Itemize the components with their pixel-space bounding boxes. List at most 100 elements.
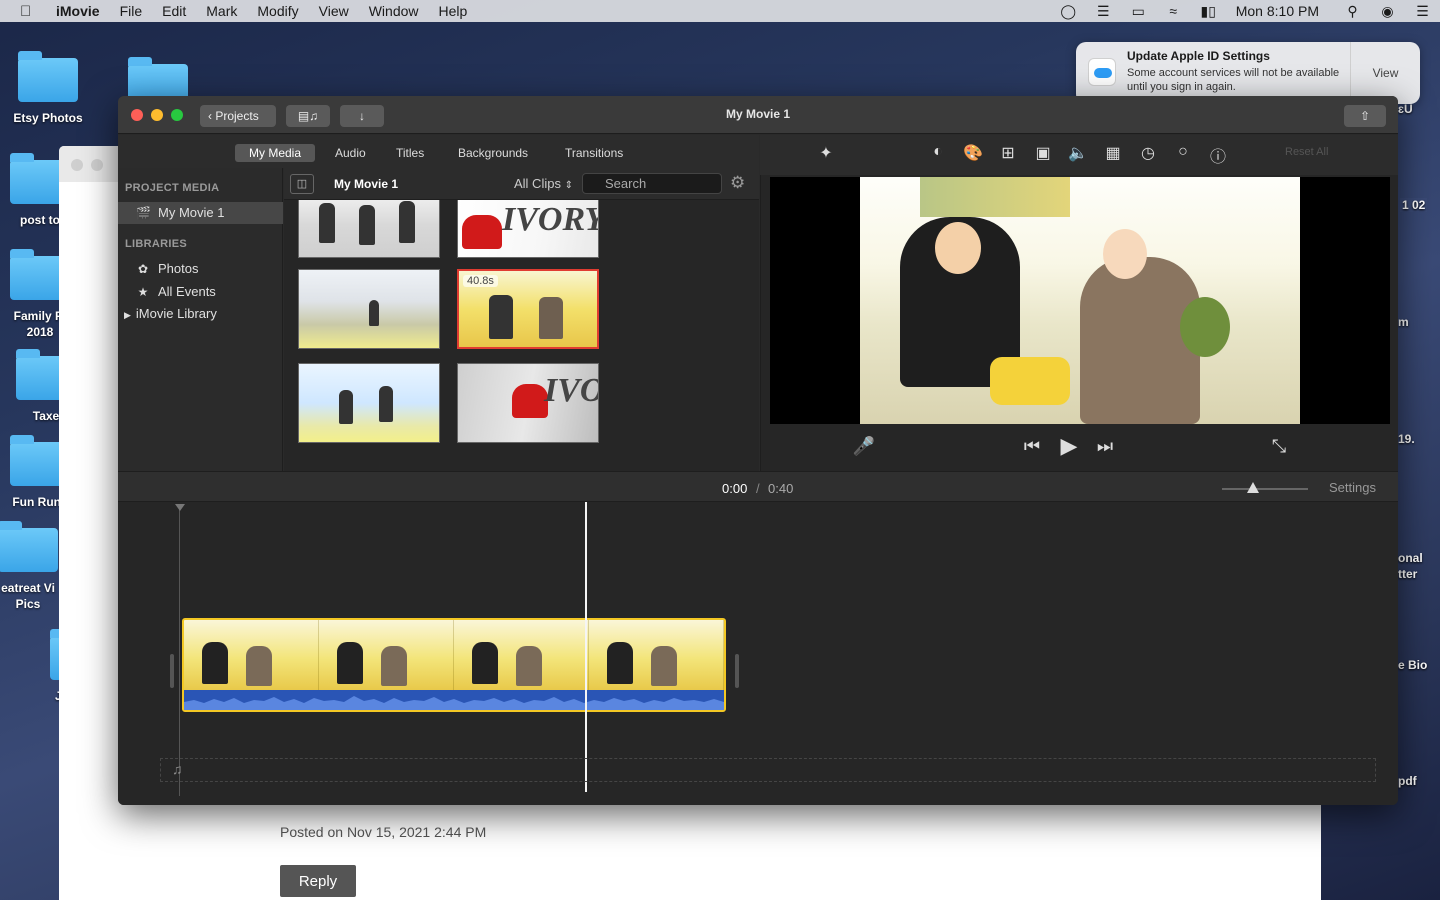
magic-wand-icon[interactable]: ✦	[814, 143, 838, 163]
menu-mark[interactable]: Mark	[206, 3, 237, 19]
desktop-fragment: e Bio	[1398, 658, 1428, 672]
volume-icon[interactable]: 🔈	[1066, 143, 1090, 163]
media-thumbnail-ivory[interactable]: IVORY	[457, 200, 599, 258]
imovie-window: ‹ Projects ▤♫ ↓ My Movie 1 ⇧ My Media Au…	[118, 96, 1398, 805]
total-duration: 0:40	[768, 481, 794, 496]
menu-file[interactable]: File	[120, 3, 143, 19]
timeline-settings-button[interactable]: Settings	[1329, 480, 1376, 495]
share-button[interactable]: ⇧	[1344, 105, 1386, 127]
timeline[interactable]: ♫	[118, 502, 1398, 805]
stack-status-icon[interactable]: ☰	[1086, 3, 1121, 20]
desktop-fragment: 1 02	[1400, 198, 1428, 212]
media-grid: IVORY 40.8s IVORY	[284, 200, 759, 471]
sidebar-item-all-events[interactable]: ★ All Events	[118, 281, 283, 303]
zoom-slider-track[interactable]	[1222, 488, 1308, 490]
sidebar-item-label: All Events	[158, 284, 216, 299]
media-thumbnail-dance[interactable]	[298, 363, 440, 443]
sync-status-icon[interactable]: ◯	[1051, 3, 1086, 20]
fullscreen-icon[interactable]: ⤡	[1267, 436, 1291, 457]
clip-audio-waveform	[184, 690, 724, 710]
clip-filter-icon[interactable]: ○	[1171, 143, 1195, 161]
media-thumbnail-street[interactable]	[298, 269, 440, 349]
crop-icon[interactable]: ⊞	[996, 143, 1020, 163]
playback-controls: 🎤 ⏮ ▶ ⏭ ⤡	[761, 430, 1398, 470]
clips-filter-select[interactable]: All Clips ⇕	[514, 176, 573, 191]
photos-icon: ✿	[137, 262, 149, 276]
media-thumbnail[interactable]	[298, 200, 440, 258]
tab-backgrounds[interactable]: Backgrounds	[444, 144, 542, 162]
notification-view-button[interactable]: View	[1350, 42, 1420, 104]
menu-modify[interactable]: Modify	[257, 3, 298, 19]
tab-titles[interactable]: Titles	[382, 144, 438, 162]
media-thumbnail-ivory-sign[interactable]: IVORY	[457, 363, 599, 443]
music-note-icon: ♫	[172, 761, 183, 777]
info-icon[interactable]: ⓘ	[1206, 143, 1230, 167]
menu-view[interactable]: View	[319, 3, 349, 19]
desktop-folder-label: Etsy Photos	[13, 111, 83, 125]
timeline-video-clip[interactable]	[182, 618, 726, 712]
current-time: 0:00	[722, 481, 748, 496]
sidebar-item-photos[interactable]: ✿ Photos	[118, 258, 283, 280]
media-thumbnail-selected[interactable]: 40.8s	[457, 269, 599, 349]
window-close-dot[interactable]	[71, 159, 83, 171]
search-input[interactable]: Search	[582, 173, 722, 194]
timeline-start-line	[179, 506, 180, 796]
desktop-folder-retreat[interactable]: eatreat Vi Pics	[0, 521, 68, 612]
menu-clock[interactable]: Mon 8:10 PM	[1236, 3, 1319, 19]
clip-left-trim-handle[interactable]	[170, 654, 174, 688]
menu-help[interactable]: Help	[439, 3, 468, 19]
disclosure-triangle-icon[interactable]: ▶	[124, 310, 131, 320]
tab-my-media[interactable]: My Media	[235, 144, 316, 162]
viewer: 🎤 ⏮ ▶ ⏭ ⤡	[760, 175, 1398, 471]
clip-filmstrip	[184, 620, 724, 690]
clips-filter-label: All Clips	[514, 176, 561, 191]
menu-imovie[interactable]: iMovie	[56, 3, 100, 19]
stabilization-camera-icon[interactable]: ▣	[1031, 143, 1055, 163]
reset-all-button[interactable]: Reset All	[1285, 146, 1328, 158]
menu-edit[interactable]: Edit	[162, 3, 186, 19]
background-music-well[interactable]	[160, 758, 1376, 782]
apple-menu-icon[interactable]: 	[20, 3, 36, 20]
tab-audio[interactable]: Audio	[321, 144, 380, 162]
equalizer-icon[interactable]: ▦	[1101, 143, 1125, 163]
event-title: My Movie 1	[334, 177, 399, 191]
menu-window[interactable]: Window	[369, 3, 419, 19]
wifi-icon[interactable]: ≈	[1156, 3, 1191, 19]
airplay-icon[interactable]: ▭	[1121, 3, 1156, 20]
clip-right-trim-handle[interactable]	[735, 654, 739, 688]
project-media-header: PROJECT MEDIA	[125, 182, 220, 194]
notification-center-icon[interactable]: ☰	[1405, 3, 1440, 20]
color-balance-icon[interactable]: ◐	[926, 143, 950, 161]
clapperboard-icon: 🎬	[136, 206, 151, 220]
reply-button[interactable]: Reply	[280, 865, 356, 897]
battery-icon[interactable]: ▮▯	[1191, 3, 1226, 20]
sidebar-item-my-movie[interactable]: 🎬 My Movie 1	[118, 202, 283, 224]
desktop-folder-etsy-photos[interactable]: Etsy Photos	[8, 51, 88, 126]
sidebar-item-imovie-library[interactable]: ▶ iMovie Library	[118, 303, 283, 325]
notification-title: Update Apple ID Settings	[1127, 49, 1270, 63]
folder-icon	[0, 521, 58, 572]
library-sidebar: PROJECT MEDIA 🎬 My Movie 1 LIBRARIES ✿ Pho…	[118, 168, 283, 471]
skip-back-icon[interactable]: ⏮	[1020, 436, 1044, 457]
chevron-updown-icon: ⇕	[564, 180, 573, 191]
speed-icon[interactable]: ◷	[1136, 143, 1160, 163]
apple-id-notification[interactable]: Update Apple ID Settings Some account se…	[1076, 42, 1420, 104]
clip-duration-badge: 40.8s	[463, 275, 498, 287]
window-minimize-dot[interactable]	[91, 159, 103, 171]
skip-forward-icon[interactable]: ⏭	[1093, 436, 1117, 457]
tab-transitions[interactable]: Transitions	[551, 144, 637, 162]
play-icon[interactable]: ▶	[1057, 433, 1081, 459]
gear-icon[interactable]: ⚙	[730, 173, 745, 193]
video-frame-image	[860, 177, 1300, 424]
sidebar-toggle-button[interactable]: ◫	[290, 174, 314, 194]
zoom-slider-handle[interactable]	[1247, 482, 1259, 493]
spotlight-search-icon[interactable]: ⚲	[1335, 3, 1370, 20]
color-palette-icon[interactable]: 🎨	[961, 143, 985, 163]
playhead[interactable]	[585, 502, 587, 792]
microphone-icon[interactable]: 🎤	[852, 436, 876, 457]
sidebar-item-label: My Movie 1	[158, 205, 225, 220]
video-preview[interactable]	[770, 177, 1390, 424]
share-icon: ⇧	[1359, 109, 1371, 123]
siri-icon[interactable]: ◉	[1370, 3, 1405, 20]
desktop-fragment: ɛU	[1398, 102, 1413, 116]
